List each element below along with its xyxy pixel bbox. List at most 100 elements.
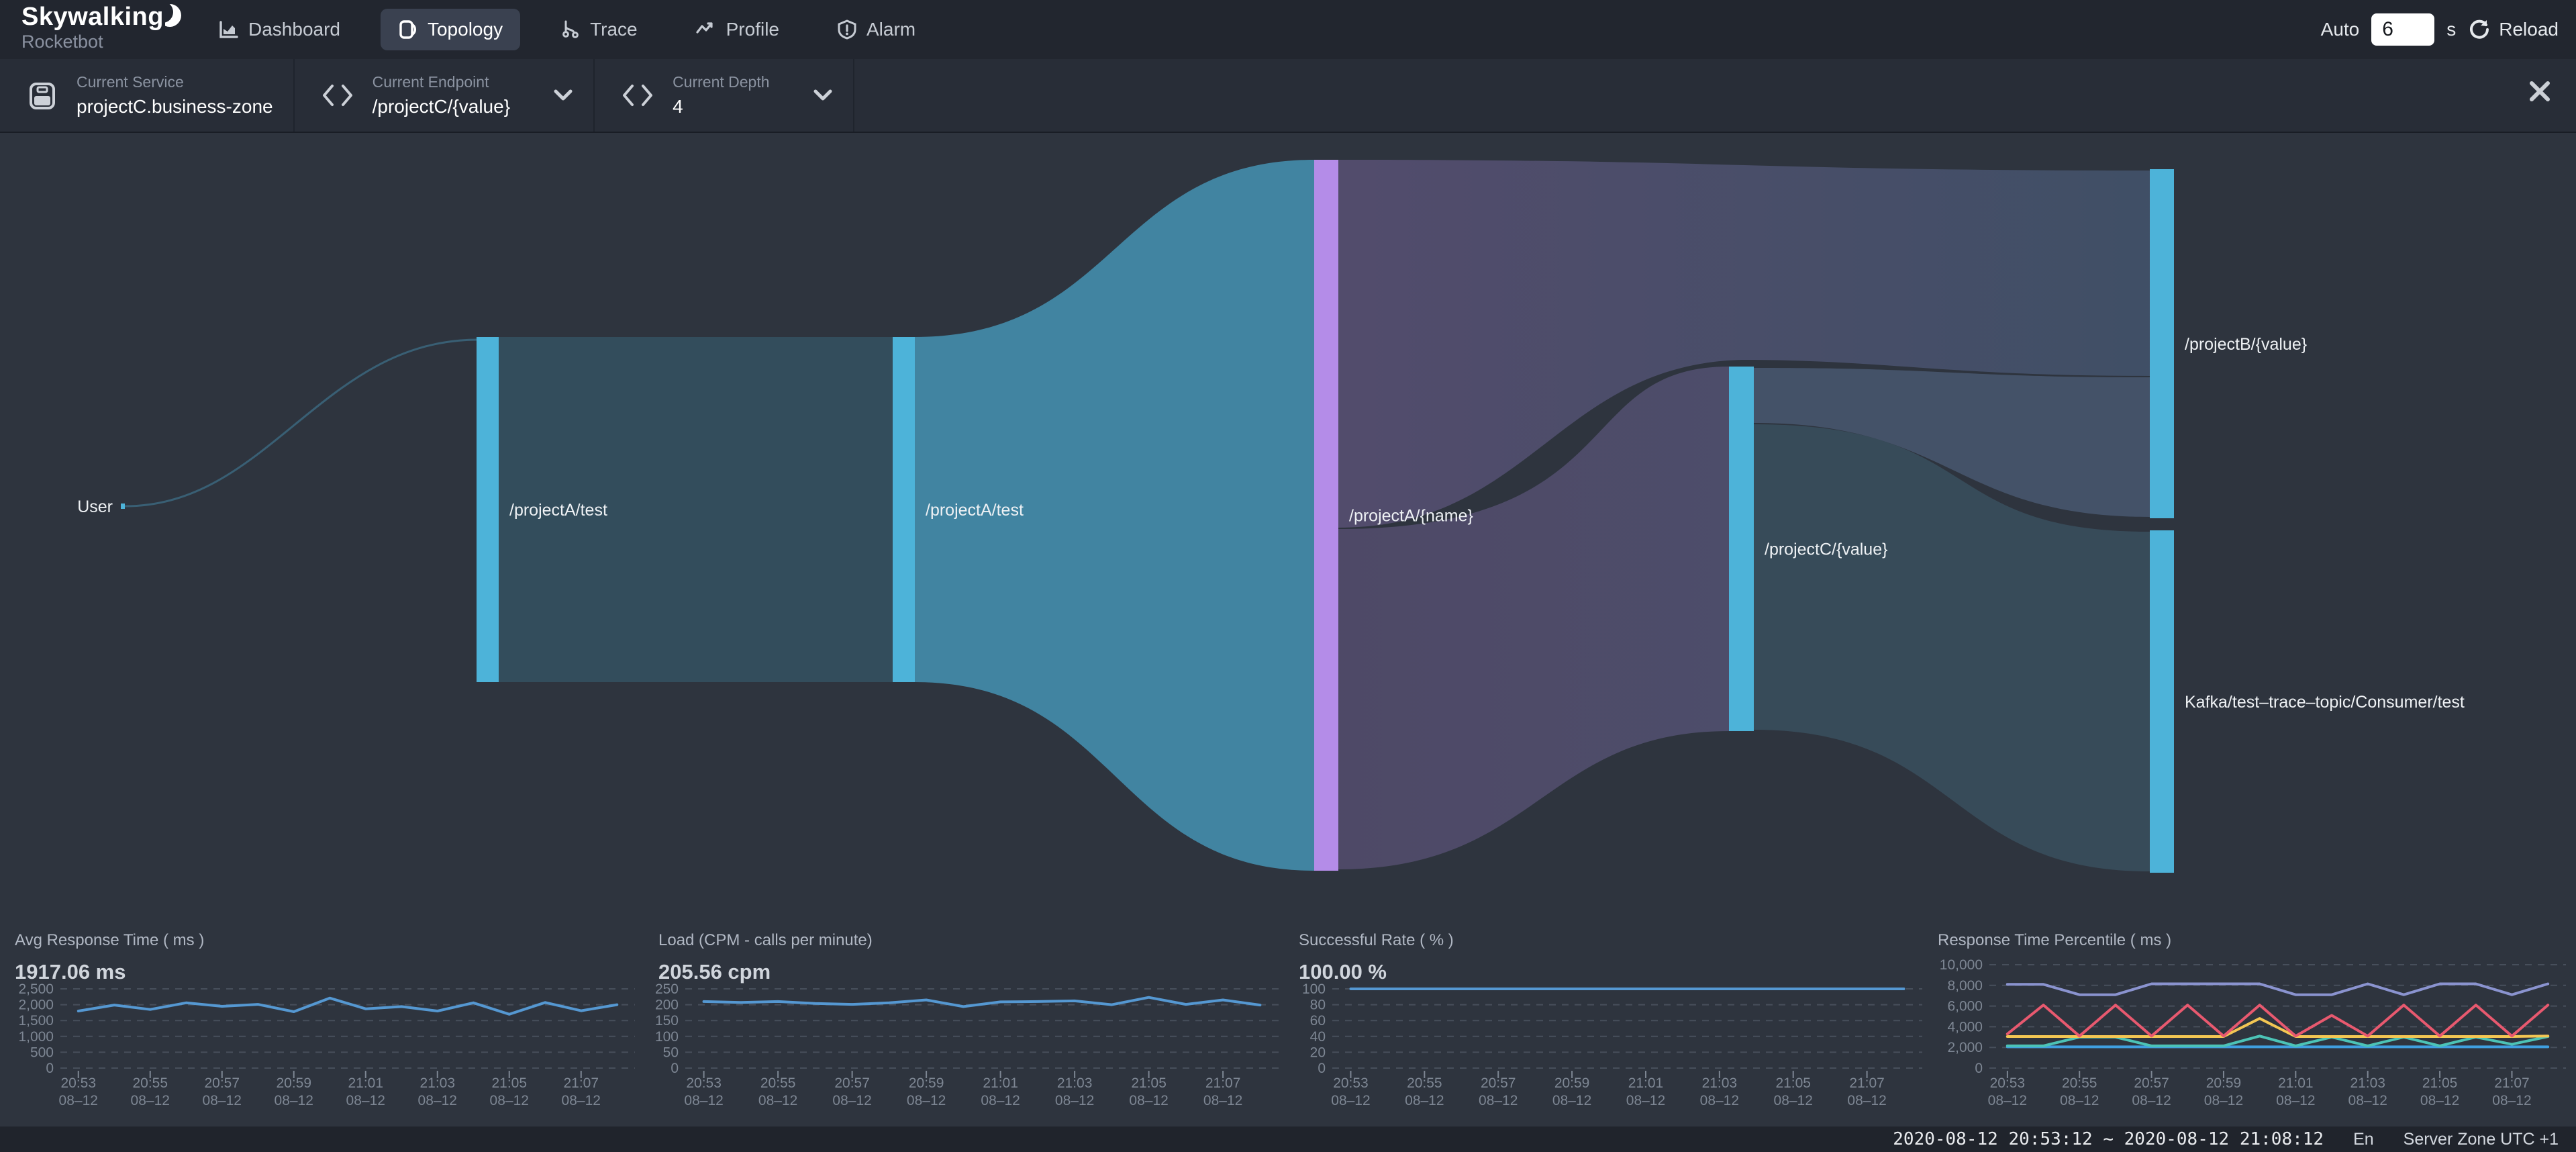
x-axis-tick-label: 20:55 bbox=[2062, 1075, 2097, 1091]
x-axis-tick-label: 20:57 bbox=[834, 1075, 870, 1091]
sankey-node-label: /projectA/{name} bbox=[1349, 507, 1473, 526]
x-axis-tick-label: 21:07 bbox=[563, 1075, 599, 1091]
current-depth-value: 4 bbox=[673, 96, 769, 117]
service-icon bbox=[27, 79, 58, 112]
reload-label: Reload bbox=[2499, 19, 2559, 40]
x-axis-tick-label: 20:55 bbox=[760, 1075, 796, 1091]
x-axis-tick-label: 20:59 bbox=[1554, 1075, 1590, 1091]
current-depth-selector[interactable]: Current Depth 4 bbox=[595, 59, 854, 132]
topology-filter-bar: Current Service projectC.business-zone C… bbox=[0, 59, 2576, 133]
x-axis-tick-date: 08–12 bbox=[1129, 1093, 1168, 1108]
x-axis-tick-date: 08–12 bbox=[59, 1093, 98, 1108]
x-axis-tick-label: 20:55 bbox=[1407, 1075, 1442, 1091]
sankey-node-label: Kafka/test–trace–topic/Consumer/test bbox=[2185, 693, 2465, 712]
nav-item-label: Alarm bbox=[866, 19, 915, 40]
x-axis-tick-date: 08–12 bbox=[1988, 1093, 2027, 1108]
topology-icon bbox=[398, 19, 418, 40]
series-line-p95 bbox=[2008, 1005, 2548, 1036]
x-axis-tick-label: 20:53 bbox=[60, 1075, 96, 1091]
language-switch[interactable]: En bbox=[2353, 1130, 2374, 1149]
server-zone[interactable]: Server Zone UTC +1 bbox=[2404, 1130, 2559, 1149]
sankey-node-a1[interactable] bbox=[477, 337, 499, 682]
y-axis-tick-label: 100 bbox=[1302, 981, 1326, 997]
nav-item-topology[interactable]: Topology bbox=[381, 9, 520, 50]
current-depth-label: Current Depth bbox=[673, 73, 769, 91]
refresh-controls: Auto 6 s Reload bbox=[2321, 0, 2559, 59]
chart-title: Successful Rate ( % ) bbox=[1299, 931, 1454, 949]
x-axis-tick-date: 08–12 bbox=[131, 1093, 170, 1108]
reload-icon bbox=[2468, 18, 2491, 41]
chart-current-value: 100.00 % bbox=[1299, 960, 1387, 983]
chart-current-value: 1917.06 ms bbox=[15, 960, 126, 983]
current-endpoint-selector[interactable]: Current Endpoint /projectC/{value} bbox=[295, 59, 595, 132]
x-axis-tick-date: 08–12 bbox=[832, 1093, 871, 1108]
x-axis-tick-label: 21:05 bbox=[491, 1075, 527, 1091]
time-range[interactable]: 2020-08-12 20:53:12 ~ 2020-08-12 21:08:1… bbox=[1893, 1129, 2324, 1149]
x-axis-tick-date: 08–12 bbox=[684, 1093, 723, 1108]
chart-title: Response Time Percentile ( ms ) bbox=[1938, 931, 2171, 949]
x-axis-tick-date: 08–12 bbox=[1626, 1093, 1665, 1108]
x-axis-tick-date: 08–12 bbox=[1700, 1093, 1739, 1108]
x-axis-tick-label: 20:53 bbox=[686, 1075, 722, 1091]
x-axis-tick-date: 08–12 bbox=[2348, 1093, 2387, 1108]
y-axis-tick-label: 6,000 bbox=[1947, 999, 1983, 1014]
nav-item-label: Topology bbox=[428, 19, 503, 40]
sankey-node-cval[interactable] bbox=[1729, 367, 1754, 731]
trace-icon bbox=[560, 19, 581, 40]
x-axis-tick-label: 20:59 bbox=[909, 1075, 944, 1091]
nav-item-alarm[interactable]: Alarm bbox=[820, 9, 933, 50]
x-axis-tick-date: 08–12 bbox=[275, 1093, 313, 1108]
x-axis-tick-date: 08–12 bbox=[2492, 1093, 2531, 1108]
logo-crescent-icon bbox=[165, 4, 183, 28]
sankey-node-a2[interactable] bbox=[893, 337, 915, 682]
app-logo-title: Skywalking bbox=[21, 3, 164, 31]
nav-item-profile[interactable]: Profile bbox=[678, 9, 797, 50]
sankey-link bbox=[125, 340, 478, 506]
x-axis-tick-date: 08–12 bbox=[981, 1093, 1020, 1108]
x-axis-tick-label: 21:03 bbox=[1702, 1075, 1738, 1091]
y-axis-tick-label: 2,000 bbox=[18, 998, 54, 1013]
y-axis-tick-label: 2,000 bbox=[1947, 1040, 1983, 1055]
sankey-node-aname[interactable] bbox=[1314, 160, 1338, 871]
x-axis-tick-date: 08–12 bbox=[346, 1093, 385, 1108]
chart-current-value: 205.56 cpm bbox=[658, 960, 771, 983]
app-logo-subtitle: Rocketbot bbox=[21, 32, 183, 51]
reload-button[interactable]: Reload bbox=[2468, 18, 2559, 41]
x-axis-tick-date: 08–12 bbox=[2420, 1093, 2459, 1108]
close-icon[interactable] bbox=[2526, 78, 2553, 105]
chart-title: Avg Response Time ( ms ) bbox=[15, 931, 204, 949]
chart-successful-rate: Successful Rate ( % )100.00 %02040608010… bbox=[1289, 926, 1932, 1125]
x-axis-tick-label: 21:05 bbox=[1775, 1075, 1811, 1091]
top-nav-bar: Skywalking Rocketbot Dashboard Topology Tr… bbox=[0, 0, 2576, 59]
y-axis-tick-label: 500 bbox=[30, 1045, 54, 1060]
x-axis-tick-date: 08–12 bbox=[1055, 1093, 1094, 1108]
x-axis-tick-label: 20:57 bbox=[2134, 1075, 2169, 1091]
app-logo: Skywalking Rocketbot bbox=[21, 4, 183, 51]
current-endpoint-value: /projectC/{value} bbox=[373, 96, 510, 117]
nav-item-label: Trace bbox=[590, 19, 638, 40]
current-service-selector[interactable]: Current Service projectC.business-zone bbox=[0, 59, 295, 132]
nav-item-dashboard[interactable]: Dashboard bbox=[201, 9, 358, 50]
chevron-down-icon bbox=[553, 89, 573, 102]
y-axis-tick-label: 1,500 bbox=[18, 1013, 54, 1028]
x-axis-tick-label: 20:59 bbox=[2206, 1075, 2242, 1091]
y-axis-tick-label: 0 bbox=[671, 1061, 679, 1076]
auto-refresh-interval-input[interactable]: 6 bbox=[2371, 13, 2434, 46]
sankey-node-label: User bbox=[77, 497, 113, 516]
x-axis-tick-label: 20:55 bbox=[132, 1075, 168, 1091]
nav-menu: Dashboard Topology Trace Profile Alarm bbox=[201, 0, 956, 59]
x-axis-tick-date: 08–12 bbox=[2060, 1093, 2099, 1108]
current-service-label: Current Service bbox=[77, 73, 273, 91]
x-axis-tick-date: 08–12 bbox=[2204, 1093, 2243, 1108]
auto-refresh-label: Auto bbox=[2321, 19, 2360, 40]
x-axis-tick-label: 20:57 bbox=[1481, 1075, 1516, 1091]
sankey-node-kafka[interactable] bbox=[2150, 530, 2174, 873]
sankey-node-user[interactable] bbox=[121, 503, 125, 509]
y-axis-tick-label: 20 bbox=[1310, 1045, 1326, 1060]
sankey-node-bval[interactable] bbox=[2150, 169, 2174, 518]
x-axis-tick-date: 08–12 bbox=[2276, 1093, 2315, 1108]
nav-item-trace[interactable]: Trace bbox=[543, 9, 655, 50]
series-line-avg-response-time bbox=[79, 998, 617, 1014]
y-axis-tick-label: 10,000 bbox=[1940, 957, 1983, 973]
chart-response-time-percentile: Response Time Percentile ( ms )02,0004,0… bbox=[1932, 926, 2576, 1125]
